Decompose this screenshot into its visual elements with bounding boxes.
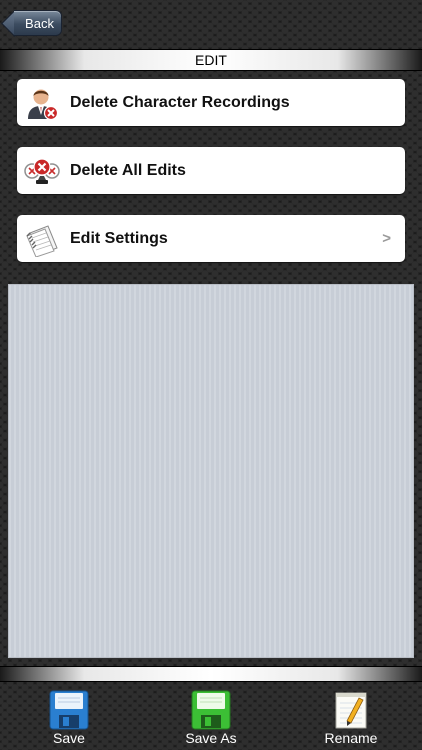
bottom-toolbar: Save Save As Rename	[0, 682, 422, 750]
chevron-right-icon: >	[382, 230, 391, 247]
menu-item-label: Delete All Edits	[70, 162, 186, 179]
menu-item-label: Edit Settings	[70, 230, 168, 247]
floppy-disk-green-icon	[191, 690, 231, 730]
page-title: EDIT	[195, 52, 227, 68]
notepad-pencil-icon	[335, 692, 367, 729]
delete-character-recordings-button[interactable]: Delete Character Recordings	[17, 79, 405, 126]
tab-label: Save	[53, 730, 85, 746]
content-panel	[8, 284, 414, 658]
floppy-disk-blue-icon	[49, 690, 89, 730]
title-bar: EDIT	[0, 49, 422, 71]
save-as-button[interactable]: Save As	[171, 690, 251, 748]
user-delete-icon	[28, 89, 59, 121]
settings-notebook-icon	[26, 225, 58, 257]
tab-label: Save As	[185, 730, 237, 746]
edit-settings-button[interactable]: Edit Settings >	[17, 215, 405, 262]
tab-label: Rename	[324, 730, 378, 746]
menu-item-label: Delete Character Recordings	[70, 94, 290, 111]
back-button-label: Back	[25, 16, 54, 31]
delete-all-edits-button[interactable]: Delete All Edits	[17, 147, 405, 194]
rename-button[interactable]: Rename	[311, 690, 391, 748]
save-button[interactable]: Save	[29, 690, 109, 748]
delete-edits-icon	[24, 158, 60, 184]
back-button[interactable]: Back	[14, 10, 62, 36]
top-navigation-bar: Back	[0, 0, 422, 48]
toolbar-divider	[0, 666, 422, 682]
